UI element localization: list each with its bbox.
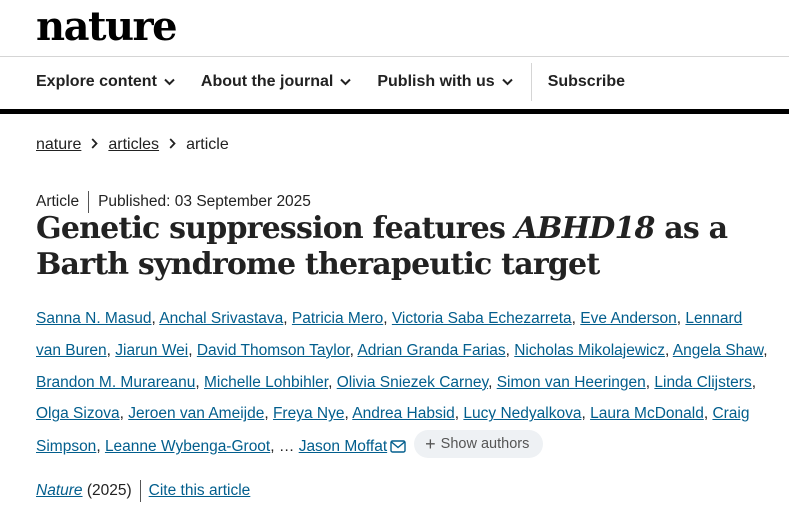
publication-year: (2025) [86, 482, 132, 499]
author-link[interactable]: Michelle Lohbihler [204, 374, 328, 391]
article-type: Article [36, 193, 80, 210]
author-link[interactable]: Linda Clijsters [654, 374, 751, 391]
title-part: Genetic suppression features [36, 211, 515, 246]
author-link[interactable]: Adrian Granda Farias [357, 342, 505, 359]
author-list: Sanna N. Masud, Anchal Srivastava, Patri… [36, 303, 771, 465]
author-link[interactable]: Nicholas Mikolajewicz [514, 342, 665, 359]
author-link[interactable]: Olivia Sniezek Carney [337, 374, 488, 391]
published-date: Published: 03 September 2025 [98, 193, 311, 210]
plus-icon: + [425, 434, 436, 455]
citation-line: Nature (2025) Cite this article [36, 480, 250, 502]
author-link[interactable]: Laura McDonald [590, 405, 704, 422]
author-link[interactable]: Anchal Srivastava [159, 310, 283, 327]
corresponding-author-link[interactable]: Jason Moffat [299, 438, 387, 455]
chevron-right-icon [91, 136, 99, 154]
author-link[interactable]: Andrea Habsid [352, 405, 455, 422]
show-authors-label: Show authors [440, 436, 530, 453]
mail-icon[interactable] [390, 433, 406, 465]
divider [0, 56, 789, 57]
show-authors-button[interactable]: + Show authors [414, 430, 544, 459]
chevron-right-icon [169, 136, 176, 154]
article-title: Genetic suppression features ABHD18 as a… [36, 211, 756, 283]
author-link[interactable]: Jeroen van Ameijde [128, 405, 264, 422]
article-meta: Article Published: 03 September 2025 [36, 191, 311, 213]
chevron-down-icon [501, 73, 513, 91]
nav-subscribe[interactable]: Subscribe [548, 73, 625, 91]
chevron-down-icon [340, 73, 352, 91]
main-nav: Explore content About the journal Publis… [36, 62, 651, 102]
author-link[interactable]: Victoria Saba Echezarreta [392, 310, 572, 327]
journal-link[interactable]: Nature [36, 482, 83, 500]
nav-item-label: About the journal [200, 73, 334, 90]
author-link[interactable]: Lucy Nedyalkova [463, 405, 581, 422]
author-link[interactable]: Leanne Wybenga-Groot [105, 438, 270, 455]
nav-item-label: Explore content [36, 73, 157, 90]
title-gene: ABHD18 [514, 211, 656, 246]
breadcrumb: nature articles article [36, 136, 229, 154]
meta-divider [88, 191, 90, 213]
nav-item-label: Publish with us [377, 73, 495, 90]
breadcrumb-current: article [186, 136, 229, 153]
author-link[interactable]: Simon van Heeringen [497, 374, 646, 391]
header-bar [0, 109, 789, 114]
journal-name: Nature [36, 482, 83, 499]
author-link[interactable]: Olga Sizova [36, 405, 120, 422]
nature-logo[interactable]: nature [36, 4, 178, 50]
author-link[interactable]: Eve Anderson [580, 310, 677, 327]
author-link[interactable]: David Thomson Taylor [197, 342, 350, 359]
chevron-down-icon [164, 73, 175, 91]
breadcrumb-articles[interactable]: articles [108, 136, 159, 154]
cite-this-article-link[interactable]: Cite this article [149, 482, 251, 500]
breadcrumb-nature[interactable]: nature [36, 136, 81, 154]
author-link[interactable]: Sanna N. Masud [36, 310, 151, 327]
author-ellipsis: … [278, 438, 295, 456]
nav-about-journal[interactable]: About the journal [200, 73, 352, 91]
author-link[interactable]: Patricia Mero [292, 310, 383, 327]
citation-divider [139, 480, 141, 502]
author-link[interactable]: Angela Shaw [673, 342, 764, 359]
author-link[interactable]: Jiarun Wei [115, 342, 188, 359]
nav-explore-content[interactable]: Explore content [36, 73, 175, 91]
author-link[interactable]: Brandon M. Murareanu [36, 374, 195, 391]
nav-publish-with-us[interactable]: Publish with us [377, 73, 513, 91]
author-link[interactable]: Freya Nye [273, 405, 345, 422]
nav-divider [530, 63, 532, 101]
